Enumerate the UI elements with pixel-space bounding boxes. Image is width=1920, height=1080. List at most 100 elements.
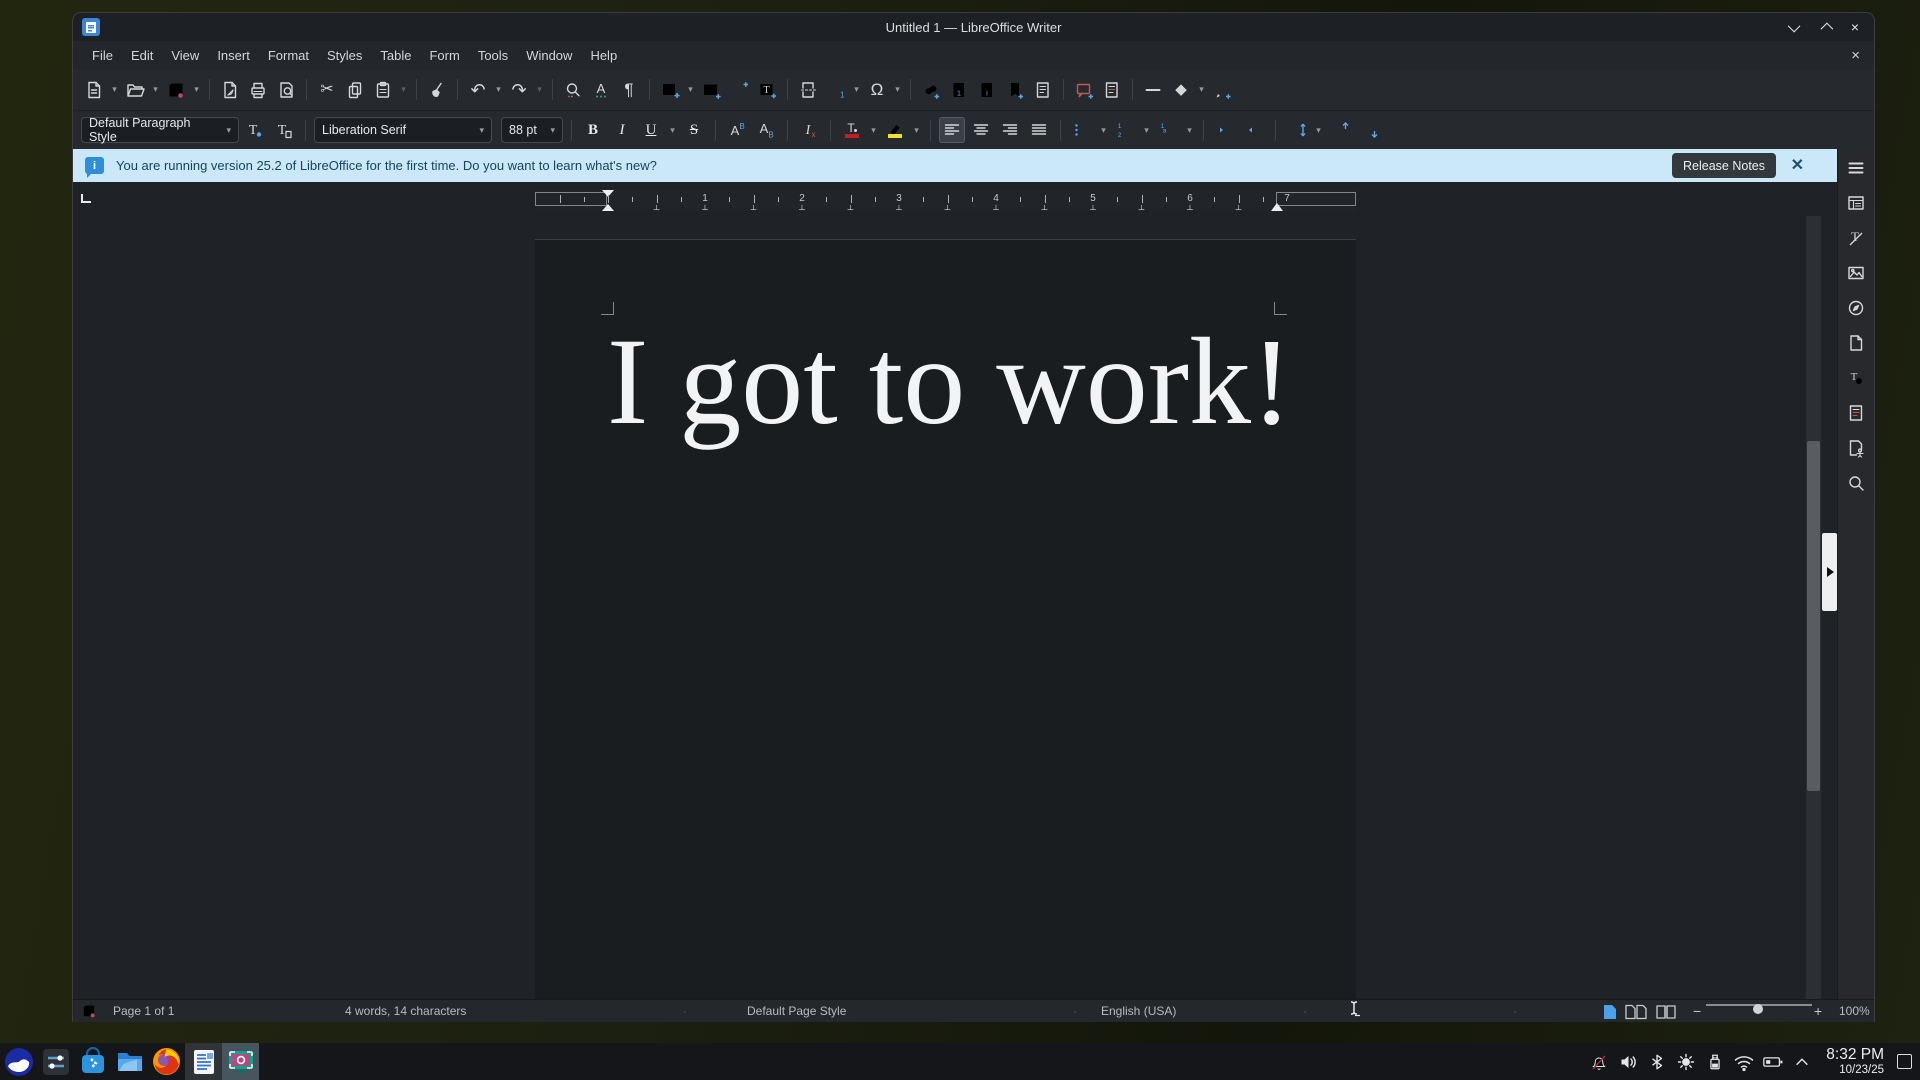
zoom-slider-thumb[interactable] [1753, 1004, 1763, 1014]
styles-icon[interactable]: T [1843, 227, 1869, 249]
insert-cross-reference-button[interactable] [1030, 77, 1056, 103]
outline-list-dropdown-icon[interactable]: ▾ [1184, 125, 1195, 136]
manage-changes-icon[interactable] [1843, 402, 1869, 424]
insert-endnote-button[interactable]: i [974, 77, 1000, 103]
maximize-button[interactable] [1816, 18, 1834, 36]
save-button[interactable] [163, 77, 189, 103]
undo-dropdown-icon[interactable]: ▾ [493, 84, 504, 95]
insert-footnote-button[interactable]: 1 [946, 77, 972, 103]
unordered-list-dropdown-icon[interactable]: ▾ [1098, 125, 1109, 136]
spelling-button[interactable]: A [588, 77, 614, 103]
gallery-icon[interactable] [1843, 262, 1869, 284]
brightness-icon[interactable] [1675, 1051, 1697, 1073]
menu-format[interactable]: Format [259, 44, 318, 67]
insert-text-box-button[interactable]: T [754, 77, 780, 103]
multi-page-view-icon[interactable] [1625, 1004, 1639, 1019]
tab-stop-selector[interactable] [81, 194, 91, 203]
print-button[interactable] [245, 77, 271, 103]
font-name-combo[interactable]: Liberation Serif▾ [314, 117, 492, 143]
redo-dropdown-icon[interactable]: ▾ [534, 84, 545, 95]
font-color-button[interactable]: T [839, 117, 865, 143]
horizontal-ruler[interactable]: 1234567┴┴┴┴┴┴┴┴┴┴┴┴┴ [535, 190, 1356, 211]
default-tab-stop[interactable]: ┴ [848, 206, 854, 214]
clone-formatting-button[interactable] [424, 77, 450, 103]
outline-list-button[interactable]: 1a [1155, 117, 1181, 143]
decrease-indent-button[interactable] [1241, 117, 1267, 143]
insert-field-button[interactable]: 1 [823, 77, 849, 103]
zoom-in-icon[interactable]: + [1814, 1003, 1822, 1019]
special-character-button[interactable]: Ω [864, 77, 890, 103]
subscript-button[interactable]: AB [753, 117, 779, 143]
horizontal-line-button[interactable] [1140, 77, 1166, 103]
redo-button[interactable]: ↷ [506, 77, 532, 103]
unordered-list-button[interactable] [1069, 117, 1095, 143]
default-tab-stop[interactable]: ┴ [896, 206, 902, 214]
default-tab-stop[interactable]: ┴ [945, 206, 951, 214]
clock[interactable]: 8:32 PM 10/23/25 [1826, 1047, 1884, 1075]
default-tab-stop[interactable]: ┴ [654, 206, 660, 214]
text-language[interactable]: English (USA) [1101, 1004, 1176, 1018]
default-tab-stop[interactable]: ┴ [1090, 206, 1096, 214]
paragraph-style-combo[interactable]: Default Paragraph Style▾ [81, 117, 239, 143]
infobar-close-icon[interactable]: ✕ [1791, 155, 1804, 175]
sidebar-menu-icon[interactable] [1843, 157, 1869, 179]
zoom-level[interactable]: 100% [1839, 1004, 1870, 1018]
document-page[interactable]: I got to work! [535, 239, 1356, 999]
highlight-color-button[interactable] [882, 117, 908, 143]
menu-insert[interactable]: Insert [208, 44, 259, 67]
paste-dropdown-icon[interactable]: ▾ [398, 84, 409, 95]
insert-bookmark-button[interactable] [1002, 77, 1028, 103]
bluetooth-icon[interactable] [1646, 1051, 1668, 1073]
menu-help[interactable]: Help [581, 44, 626, 67]
freeform-line-button[interactable] [1209, 77, 1235, 103]
properties-icon[interactable] [1843, 192, 1869, 214]
default-tab-stop[interactable]: ┴ [1139, 206, 1145, 214]
insert-hyperlink-button[interactable] [918, 77, 944, 103]
bold-button[interactable]: B [580, 117, 606, 143]
expand-tray-icon[interactable] [1791, 1051, 1813, 1073]
single-page-view-icon[interactable] [1603, 1004, 1617, 1019]
insert-table-button[interactable] [657, 77, 683, 103]
superscript-button[interactable]: AB [724, 117, 750, 143]
find-replace-button[interactable] [560, 77, 586, 103]
align-left-button[interactable] [939, 117, 965, 143]
right-indent-marker[interactable] [1271, 203, 1283, 211]
highlight-dropdown-icon[interactable]: ▾ [911, 125, 922, 136]
menu-file[interactable]: File [83, 44, 122, 67]
undo-button[interactable]: ↶ [465, 77, 491, 103]
insert-chart-button[interactable] [726, 77, 752, 103]
book-view-icon[interactable] [1655, 1004, 1669, 1019]
align-center-button[interactable] [968, 117, 994, 143]
default-tab-stop[interactable]: ┴ [702, 206, 708, 214]
libreoffice-writer-task-icon[interactable] [185, 1043, 222, 1080]
app-launcher-icon[interactable] [0, 1043, 37, 1080]
basic-shapes-button[interactable]: ◆ [1168, 77, 1194, 103]
firefox-icon[interactable] [148, 1043, 185, 1080]
insert-comment-button[interactable] [1071, 77, 1097, 103]
sidebar-collapse-handle[interactable] [1822, 533, 1837, 611]
clear-formatting-button[interactable]: Ix [796, 117, 822, 143]
system-settings-icon[interactable] [37, 1043, 74, 1080]
accessibility-check-icon[interactable] [1843, 437, 1869, 459]
basic-shapes-dropdown-icon[interactable]: ▾ [1196, 84, 1207, 95]
discover-icon[interactable] [74, 1043, 111, 1080]
page-style[interactable]: Default Page Style [747, 1004, 846, 1018]
zoom-out-icon[interactable]: − [1693, 1003, 1701, 1019]
paste-button[interactable] [370, 77, 396, 103]
increase-paragraph-spacing-button[interactable] [1327, 117, 1353, 143]
strikethrough-button[interactable]: S [681, 117, 707, 143]
default-tab-stop[interactable]: ┴ [1187, 206, 1193, 214]
justified-button[interactable] [1026, 117, 1052, 143]
open-dropdown-icon[interactable]: ▾ [150, 84, 161, 95]
default-tab-stop[interactable]: ┴ [799, 206, 805, 214]
increase-indent-button[interactable] [1212, 117, 1238, 143]
release-notes-button[interactable]: Release Notes [1672, 153, 1776, 178]
unsaved-changes-icon[interactable] [81, 1003, 97, 1022]
formatting-marks-button[interactable]: ¶ [616, 77, 642, 103]
menu-tools[interactable]: Tools [469, 44, 517, 67]
menu-styles[interactable]: Styles [318, 44, 371, 67]
open-file-button[interactable] [122, 77, 148, 103]
navigator-icon[interactable] [1843, 297, 1869, 319]
show-desktop-icon[interactable] [1897, 1054, 1912, 1069]
decrease-paragraph-spacing-button[interactable] [1356, 117, 1382, 143]
